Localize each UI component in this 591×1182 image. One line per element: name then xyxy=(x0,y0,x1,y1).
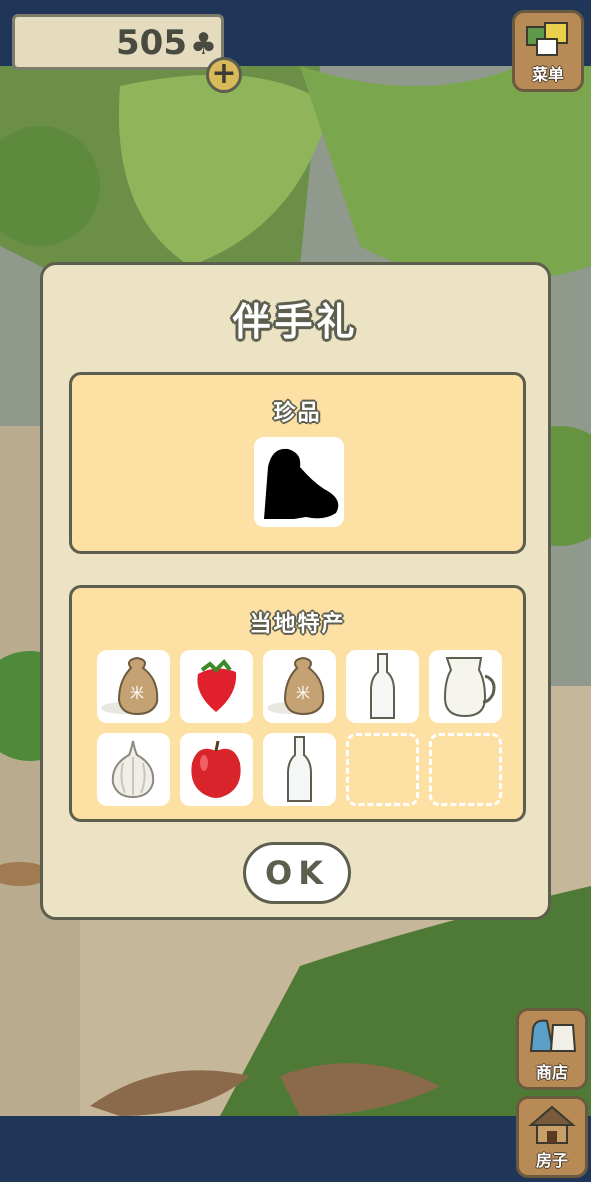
rare-item-tile[interactable] xyxy=(254,437,344,527)
item-tile-strawberry[interactable] xyxy=(180,650,253,723)
svg-text:米: 米 xyxy=(296,686,310,702)
empty-slot xyxy=(429,733,502,806)
item-tile-glass-bottle[interactable] xyxy=(346,650,419,723)
glass-bottle-icon xyxy=(370,653,395,719)
menu-icon xyxy=(526,22,568,56)
rare-section-label: 珍品 xyxy=(273,401,322,426)
shop-label: 商店 xyxy=(535,1063,568,1082)
house-button[interactable]: 房子 xyxy=(516,1096,588,1178)
strawberry-icon xyxy=(197,658,237,712)
rice-bag-icon: 米 xyxy=(101,656,159,716)
house-label: 房子 xyxy=(535,1151,568,1170)
game-screen: 505 ♣ + 菜单 伴手礼 珍品 当地特产 米 米 OK 商店 房子 xyxy=(0,0,591,1182)
bottom-bar xyxy=(0,1116,591,1182)
menu-button[interactable]: 菜单 xyxy=(512,10,584,92)
svg-text:米: 米 xyxy=(130,686,144,702)
ok-button[interactable]: OK xyxy=(243,842,351,904)
item-tile-garlic[interactable] xyxy=(97,733,170,806)
souvenir-dialog: 伴手礼 珍品 当地特产 米 米 OK xyxy=(40,262,551,920)
garlic-icon xyxy=(111,740,155,799)
apple-icon xyxy=(191,740,241,798)
dialog-title: 伴手礼 xyxy=(232,300,359,344)
house-icon xyxy=(528,1105,576,1144)
item-tile-rice-bag[interactable]: 米 xyxy=(97,650,170,723)
rare-section: 珍品 xyxy=(69,372,526,554)
local-section-label: 当地特产 xyxy=(249,612,346,637)
empty-slot xyxy=(346,733,419,806)
menu-label: 菜单 xyxy=(531,65,564,84)
rice-bag-icon: 米 xyxy=(267,656,325,716)
shop-button[interactable]: 商店 xyxy=(516,1008,588,1090)
item-tile-apple[interactable] xyxy=(180,733,253,806)
item-tile-rice-bag[interactable]: 米 xyxy=(263,650,336,723)
add-clover-button[interactable]: + xyxy=(206,57,242,93)
local-specialty-section: 当地特产 米 米 xyxy=(69,585,526,822)
silhouette-unknown-icon xyxy=(264,448,339,519)
clover-counter: 505 ♣ xyxy=(12,14,224,70)
item-tile-milk-jug[interactable] xyxy=(429,650,502,723)
item-tile-glass-bottle[interactable] xyxy=(263,733,336,806)
clover-amount: 505 xyxy=(116,23,187,63)
shop-bag-icon xyxy=(529,1019,577,1052)
milk-jug-icon xyxy=(443,657,496,718)
glass-bottle-icon xyxy=(287,736,312,802)
